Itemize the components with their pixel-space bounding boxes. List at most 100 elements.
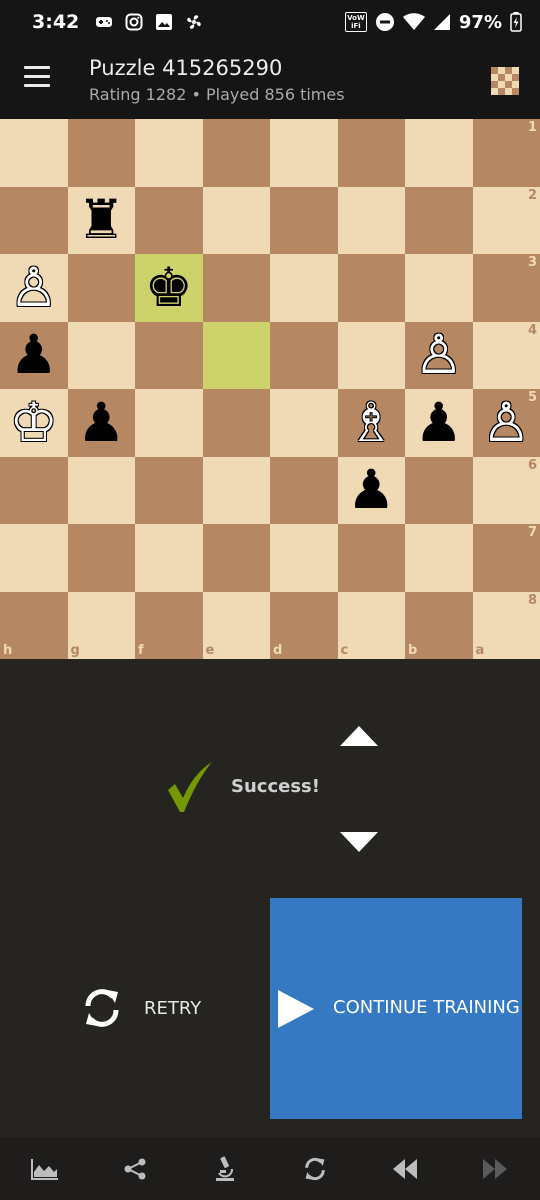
board-square-b2[interactable] xyxy=(405,186,473,254)
file-label: g xyxy=(70,643,80,658)
board-square-a7[interactable]: 7 xyxy=(472,524,540,592)
board-square-h6[interactable] xyxy=(0,456,68,524)
board-square-c8[interactable]: c xyxy=(337,591,405,659)
chess-board[interactable]: 1 ♜ 2 ♙ ♚ 3 ♟ ♙ 4 ♔ ♟ ♗ ♟ ♙ 5 ♟ 6 7 h g f e d c b 8 a xyxy=(0,119,540,659)
chess-piece[interactable]: ♟ xyxy=(415,395,463,450)
chess-piece[interactable]: ♔ xyxy=(10,395,58,450)
board-square-c5[interactable]: ♗ xyxy=(337,389,405,457)
microscope-icon[interactable] xyxy=(180,1137,270,1200)
board-square-b1[interactable] xyxy=(405,119,473,187)
board-square-a6[interactable]: 6 xyxy=(472,456,540,524)
board-square-f5[interactable] xyxy=(135,389,203,457)
hamburger-menu-icon[interactable] xyxy=(24,66,50,88)
board-square-e5[interactable] xyxy=(202,389,270,457)
board-square-b7[interactable] xyxy=(405,524,473,592)
checkmark-icon xyxy=(166,760,214,816)
chess-piece[interactable]: ♙ xyxy=(10,260,58,315)
board-square-f4[interactable] xyxy=(135,321,203,389)
board-square-c6[interactable]: ♟ xyxy=(337,456,405,524)
chevron-up-icon[interactable] xyxy=(338,720,380,752)
board-square-g3[interactable] xyxy=(67,254,135,322)
board-square-g5[interactable]: ♟ xyxy=(67,389,135,457)
board-square-g4[interactable] xyxy=(67,321,135,389)
board-square-f2[interactable] xyxy=(135,186,203,254)
board-square-e1[interactable] xyxy=(202,119,270,187)
chess-piece[interactable]: ♟ xyxy=(10,328,58,382)
chess-piece[interactable]: ♙ xyxy=(415,328,463,382)
board-square-d6[interactable] xyxy=(270,456,338,524)
board-square-b4[interactable]: ♙ xyxy=(405,321,473,389)
board-square-c3[interactable] xyxy=(337,254,405,322)
board-square-e7[interactable] xyxy=(202,524,270,592)
board-square-b3[interactable] xyxy=(405,254,473,322)
cellular-signal-icon xyxy=(433,13,451,31)
rewind-icon[interactable] xyxy=(360,1137,450,1200)
battery-charging-icon xyxy=(510,12,522,32)
board-square-c7[interactable] xyxy=(337,524,405,592)
chevron-down-icon[interactable] xyxy=(338,826,380,858)
board-square-c4[interactable] xyxy=(337,321,405,389)
retry-button[interactable]: RETRY xyxy=(80,960,240,1056)
board-square-d7[interactable] xyxy=(270,524,338,592)
board-square-h4[interactable]: ♟ xyxy=(0,321,68,389)
board-square-e4[interactable] xyxy=(202,321,270,389)
chess-piece[interactable]: ♟ xyxy=(77,395,125,450)
board-square-c1[interactable] xyxy=(337,119,405,187)
board-square-a4[interactable]: 4 xyxy=(472,321,540,389)
board-square-d2[interactable] xyxy=(270,186,338,254)
play-icon xyxy=(278,990,314,1028)
board-square-a3[interactable]: 3 xyxy=(472,254,540,322)
flip-board-icon[interactable] xyxy=(270,1137,360,1200)
board-square-h2[interactable] xyxy=(0,186,68,254)
board-square-d5[interactable] xyxy=(270,389,338,457)
board-square-h8[interactable]: h xyxy=(0,591,68,659)
board-square-a2[interactable]: 2 xyxy=(472,186,540,254)
analysis-chart-icon[interactable] xyxy=(0,1137,90,1200)
do-not-disturb-icon xyxy=(375,12,395,32)
board-square-b8[interactable]: b xyxy=(405,591,473,659)
board-square-h7[interactable] xyxy=(0,524,68,592)
chess-piece[interactable]: ♜ xyxy=(77,193,125,247)
fast-forward-icon[interactable] xyxy=(450,1137,540,1200)
board-square-d4[interactable] xyxy=(270,321,338,389)
board-square-h1[interactable] xyxy=(0,119,68,187)
rank-label: 4 xyxy=(527,322,537,338)
board-square-a8[interactable]: 8a xyxy=(472,591,540,659)
board-square-d1[interactable] xyxy=(270,119,338,187)
board-square-g1[interactable] xyxy=(67,119,135,187)
board-square-b5[interactable]: ♟ xyxy=(405,389,473,457)
file-label: d xyxy=(273,643,283,658)
status-bar: 3:42 VoWiFi 97% xyxy=(0,0,540,44)
chess-piece[interactable]: ♟ xyxy=(347,463,395,517)
notification-icons xyxy=(95,13,203,31)
board-square-e2[interactable] xyxy=(202,186,270,254)
chess-piece[interactable]: ♙ xyxy=(482,395,530,450)
board-square-e6[interactable] xyxy=(202,456,270,524)
board-square-f3[interactable]: ♚ xyxy=(135,254,203,322)
board-square-a5[interactable]: ♙ 5 xyxy=(472,389,540,457)
board-square-c2[interactable] xyxy=(337,186,405,254)
chess-piece[interactable]: ♗ xyxy=(347,395,395,450)
board-square-g7[interactable] xyxy=(67,524,135,592)
board-settings-icon[interactable] xyxy=(491,67,519,95)
board-square-d3[interactable] xyxy=(270,254,338,322)
board-square-f6[interactable] xyxy=(135,456,203,524)
board-square-g6[interactable] xyxy=(67,456,135,524)
chess-piece[interactable]: ♚ xyxy=(145,260,193,315)
board-square-f7[interactable] xyxy=(135,524,203,592)
board-square-f8[interactable]: f xyxy=(135,591,203,659)
system-icons: VoWiFi 97% xyxy=(344,12,522,33)
share-icon[interactable] xyxy=(90,1137,180,1200)
board-square-e8[interactable]: e xyxy=(202,591,270,659)
board-square-e3[interactable] xyxy=(202,254,270,322)
file-label: e xyxy=(205,643,215,658)
board-square-a1[interactable]: 1 xyxy=(472,119,540,187)
board-square-h5[interactable]: ♔ xyxy=(0,389,68,457)
board-square-g2[interactable]: ♜ xyxy=(67,186,135,254)
board-square-g8[interactable]: g xyxy=(67,591,135,659)
board-square-d8[interactable]: d xyxy=(270,591,338,659)
continue-training-button[interactable]: CONTINUE TRAINING xyxy=(270,898,522,1119)
board-square-b6[interactable] xyxy=(405,456,473,524)
board-square-f1[interactable] xyxy=(135,119,203,187)
board-square-h3[interactable]: ♙ xyxy=(0,254,68,322)
